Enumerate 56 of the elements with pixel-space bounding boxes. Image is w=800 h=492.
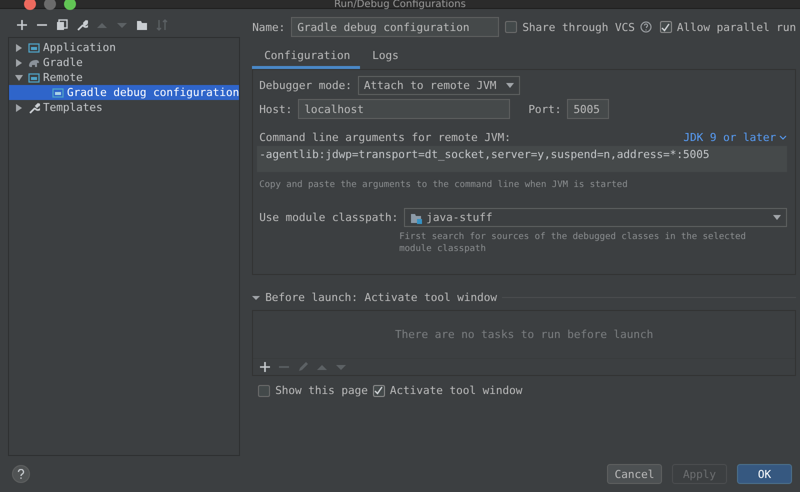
cancel-button[interactable]: Cancel <box>607 464 662 484</box>
close-icon[interactable] <box>24 0 36 10</box>
port-field[interactable]: 5005 <box>567 99 610 119</box>
name-label: Name: <box>252 20 286 34</box>
checkbox[interactable] <box>372 384 385 396</box>
tree-item[interactable]: Templates <box>9 100 240 115</box>
expanded-arrow-icon[interactable] <box>252 294 260 302</box>
checkbox[interactable] <box>505 21 518 33</box>
port-label: Port: <box>528 102 562 116</box>
name-field[interactable]: Gradle debug configuration <box>291 17 500 37</box>
host-field[interactable]: localhost <box>298 99 510 119</box>
window-icon <box>28 72 40 84</box>
tree-item[interactable]: Gradle <box>9 55 240 70</box>
plus-icon[interactable] <box>16 19 28 31</box>
folder-icon <box>410 212 422 224</box>
jdk-version-link[interactable]: JDK 9 or later <box>683 131 788 144</box>
checkbox-label: Activate tool window <box>390 384 522 397</box>
zoom-icon[interactable] <box>64 0 76 10</box>
module-classpath-hint: First search for sources of the debugged classes in the selected module classpath <box>399 231 747 255</box>
folder-icon[interactable] <box>136 19 148 31</box>
window-icon <box>28 42 40 54</box>
window-icon <box>52 86 64 98</box>
copy-icon[interactable] <box>56 19 68 31</box>
command-line-text: -agentlib:jdwp=transport=dt_socket,server=y,suspend=n,address=*:5005 <box>257 146 788 172</box>
wrench-icon <box>28 102 40 114</box>
module-classpath-dropdown[interactable]: java-stuff <box>404 208 788 227</box>
minimize-icon[interactable] <box>44 0 56 10</box>
tree-item[interactable]: Application <box>9 40 240 55</box>
empty-tasks-text: There are no tasks to run before launch <box>395 328 654 341</box>
command-line-hint: Copy and paste the arguments to the command line when JVM is started <box>259 180 629 190</box>
before-launch-title[interactable]: Before launch: Activate tool window <box>265 291 497 304</box>
debugger-mode-label: Debugger mode: <box>259 79 352 92</box>
checkbox-label: Show this page <box>275 384 368 397</box>
checkbox-label: Share through VCS <box>522 20 635 34</box>
tab[interactable]: Configuration <box>252 45 360 69</box>
tab[interactable]: Logs <box>360 45 409 69</box>
dropdown-arrow-icon <box>773 215 782 220</box>
host-label: Host: <box>259 102 292 116</box>
plus-icon[interactable] <box>259 361 272 373</box>
tree-item[interactable]: Remote <box>9 70 240 85</box>
module-classpath-label: Use module classpath: <box>259 211 398 224</box>
wrench-icon[interactable] <box>76 19 88 31</box>
ok-button[interactable]: OK <box>737 464 792 484</box>
checkbox[interactable] <box>660 21 672 33</box>
help-button[interactable] <box>12 465 30 483</box>
collapsed-arrow-icon[interactable] <box>15 104 23 112</box>
checkbox[interactable] <box>258 384 270 396</box>
chevron-icon <box>779 135 788 140</box>
question-mark-icon <box>17 469 25 479</box>
expanded-arrow-icon[interactable] <box>15 74 23 82</box>
command-line-label: Command line arguments for remote JVM: <box>259 131 511 144</box>
tree-item[interactable]: Gradle debug configuration <box>9 85 240 100</box>
help-icon[interactable] <box>640 21 652 33</box>
debugger-mode-dropdown[interactable]: Attach to remote JVM <box>358 76 520 95</box>
checkbox-label: Allow parallel run <box>676 20 796 34</box>
dropdown-arrow-icon <box>506 83 514 88</box>
